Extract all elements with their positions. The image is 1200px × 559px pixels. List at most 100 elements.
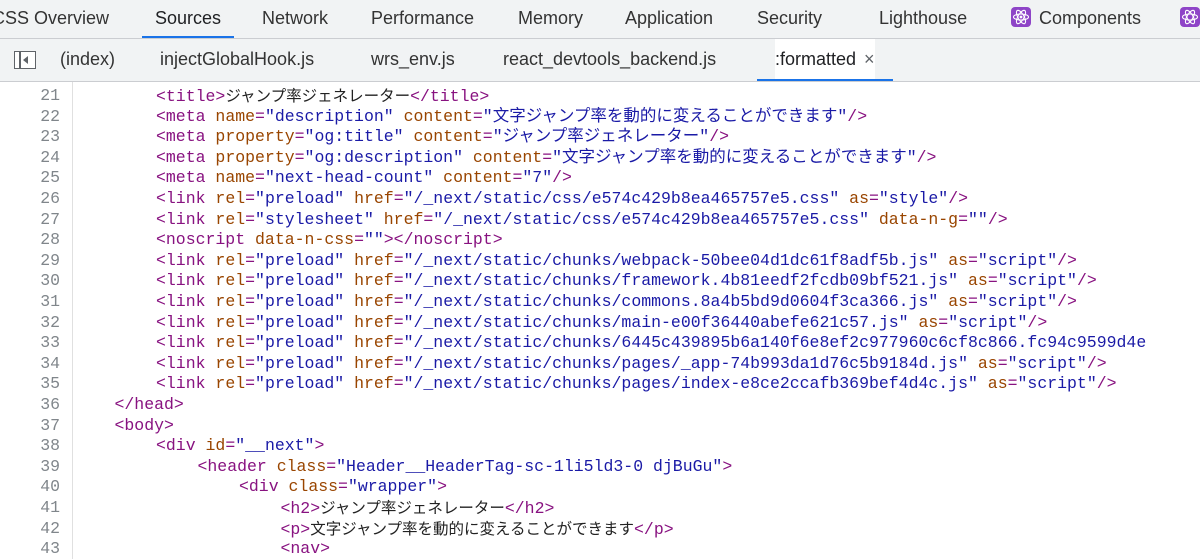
code-editor[interactable]: 21 <title>ジャンプ率ジェネレーター</title> 22 <meta nam… [0, 82, 1200, 559]
code-line[interactable]: 37 <body> [0, 416, 1200, 437]
code-line[interactable]: 43 <nav> [0, 539, 1200, 559]
code-line[interactable]: 22 <meta name="description" content="文字ジャ… [0, 107, 1200, 128]
file-tab-inject-global-hook[interactable]: injectGlobalHook.js [160, 39, 314, 81]
line-number[interactable]: 42 [0, 519, 60, 540]
tab-performance[interactable]: Performance [371, 0, 474, 38]
line-number[interactable]: 36 [0, 395, 60, 416]
file-tab-wrs-env[interactable]: wrs_env.js [371, 39, 455, 81]
code-attribute-token: href [354, 271, 394, 291]
code-tag-token: = [868, 189, 879, 208]
code-line[interactable]: 24 <meta property="og:description" conten… [0, 148, 1200, 169]
line-number[interactable]: 30 [0, 271, 60, 292]
code-line[interactable]: 23 <meta property="og:title" content="ジャン… [0, 127, 1200, 148]
line-code: <link rel="preload" href="/_next/static/… [156, 251, 1077, 272]
line-number[interactable]: 28 [0, 230, 60, 251]
code-tag-token: = [255, 168, 265, 188]
line-number[interactable]: 40 [0, 477, 60, 498]
code-line[interactable]: 30 <link rel="preload" href="/_next/stati… [0, 271, 1200, 292]
line-number[interactable]: 41 [0, 498, 60, 519]
line-number[interactable]: 37 [0, 416, 60, 437]
line-number[interactable]: 33 [0, 333, 60, 354]
code-line[interactable]: 41 <h2>ジャンプ率ジェネレーター</h2> [0, 498, 1200, 519]
tab-network[interactable]: Network [262, 0, 328, 38]
code-tag-token [958, 271, 968, 290]
line-number[interactable]: 43 [0, 539, 60, 559]
line-number[interactable]: 32 [0, 313, 60, 334]
tab-css-overview[interactable]: CSS Overview [0, 0, 109, 38]
code-line[interactable]: 26 <link rel="preload" href="/_next/stati… [0, 189, 1200, 210]
code-line[interactable]: 33 <link rel="preload" href="/_next/stati… [0, 333, 1200, 354]
tab-application[interactable]: Application [625, 0, 713, 38]
line-number[interactable]: 22 [0, 107, 60, 128]
code-value-token: "preload" [255, 374, 345, 394]
line-number[interactable]: 25 [0, 168, 60, 189]
line-number[interactable]: 35 [0, 374, 60, 395]
panel-tab-bar: CSS Overview Sources Network Performance… [0, 0, 1200, 39]
code-attribute-token: rel [215, 312, 246, 332]
react-icon [1011, 7, 1031, 27]
file-tab-label: injectGlobalHook.js [160, 49, 315, 69]
line-number[interactable]: 38 [0, 436, 60, 457]
line-number[interactable]: 29 [0, 251, 60, 272]
sidebar-toggle-icon[interactable] [14, 51, 36, 69]
tab-label: Memory [518, 8, 584, 28]
code-line[interactable]: 27 <link rel="stylesheet" href="/_next/st… [0, 210, 1200, 231]
file-tab-formatted[interactable]: :formatted × [757, 39, 893, 81]
tab-sources[interactable]: Sources [141, 0, 235, 38]
code-line[interactable]: 28 <noscript data-n-css=""></noscript> [0, 230, 1200, 251]
line-code: <p>文字ジャンプ率を動的に変えることができます</p> [281, 519, 674, 541]
code-line[interactable]: 40 <div class="wrapper"> [0, 477, 1200, 498]
tab-label: Security [757, 8, 823, 28]
code-tag-token: = [225, 436, 236, 456]
code-tag-token [938, 251, 948, 270]
code-tag-token: <link [156, 250, 216, 270]
code-tag-token [344, 189, 354, 208]
code-tag-token [394, 107, 404, 126]
tab-security[interactable]: Security [757, 0, 822, 38]
code-tag-token [909, 313, 919, 332]
code-line[interactable]: 31 <link rel="preload" href="/_next/stati… [0, 292, 1200, 313]
tab-components[interactable]: Components [1011, 0, 1141, 38]
line-number[interactable]: 39 [0, 457, 60, 478]
tab-react-profiler[interactable] [1180, 0, 1200, 38]
line-number[interactable]: 24 [0, 148, 60, 169]
code-tag-token [344, 333, 354, 352]
code-line[interactable]: 32 <link rel="preload" href="/_next/stati… [0, 313, 1200, 334]
code-line[interactable]: 36 </head> [0, 395, 1200, 416]
code-line[interactable]: 35 <link rel="preload" href="/_next/stati… [0, 374, 1200, 395]
line-code: <title>ジャンプ率ジェネレーター</title> [156, 86, 489, 108]
tab-lighthouse[interactable]: Lighthouse [879, 0, 967, 38]
code-attribute-token: rel [215, 209, 246, 229]
file-tab-index[interactable]: (index) [60, 39, 115, 81]
code-line[interactable]: 39 <header class="Header__HeaderTag-sc-1l… [0, 457, 1200, 478]
code-line[interactable]: 38 <div id="__next"> [0, 436, 1200, 457]
line-number[interactable]: 27 [0, 210, 60, 231]
line-code: <meta name="next-head-count" content="7"… [156, 168, 572, 189]
code-tag-token [968, 354, 978, 373]
code-line[interactable]: 34 <link rel="preload" href="/_next/stati… [0, 354, 1200, 375]
tab-memory[interactable]: Memory [518, 0, 583, 38]
devtools-window: CSS Overview Sources Network Performance… [0, 0, 1200, 559]
code-line[interactable]: 29 <link rel="preload" href="/_next/stati… [0, 251, 1200, 272]
code-value-token: "script" [1017, 374, 1097, 394]
code-value-token: "preload" [255, 292, 345, 311]
line-number[interactable]: 23 [0, 127, 60, 148]
code-attribute-token: rel [215, 374, 246, 394]
code-text-token: ジャンプ率ジェネレーター [225, 87, 411, 105]
line-number[interactable]: 31 [0, 292, 60, 313]
line-code: <link rel="preload" href="/_next/static/… [156, 292, 1077, 313]
code-tag-token: = [245, 333, 256, 353]
code-tag-token: /> [552, 168, 572, 188]
line-code: <nav> [281, 539, 331, 559]
line-number[interactable]: 21 [0, 86, 60, 107]
file-tab-react-devtools-backend[interactable]: react_devtools_backend.js [503, 39, 716, 81]
line-code: <link rel="stylesheet" href="/_next/stat… [156, 210, 1008, 231]
code-value-token: "script" [977, 250, 1058, 270]
code-tag-token: </p> [634, 519, 674, 539]
line-number[interactable]: 26 [0, 189, 60, 210]
code-line[interactable]: 21 <title>ジャンプ率ジェネレーター</title> [0, 86, 1200, 107]
close-icon[interactable]: × [864, 39, 875, 79]
line-number[interactable]: 34 [0, 354, 60, 375]
code-line[interactable]: 42 <p>文字ジャンプ率を動的に変えることができます</p> [0, 519, 1200, 540]
code-line[interactable]: 25 <meta name="next-head-count" content="… [0, 168, 1200, 189]
